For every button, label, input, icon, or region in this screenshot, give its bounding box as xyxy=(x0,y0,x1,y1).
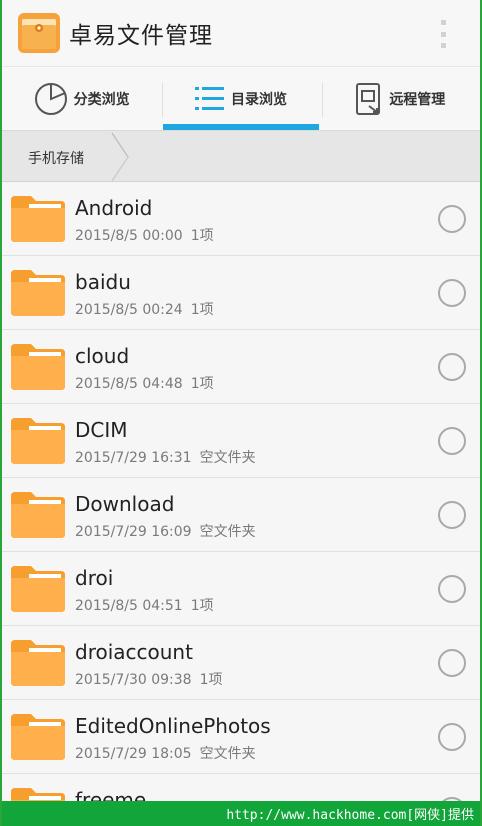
file-list: Android 2015/8/5 00:00 1项 baidu 2015/8/5 00:… xyxy=(2,182,480,826)
file-meta: 2015/8/5 00:24 1项 xyxy=(75,299,214,319)
file-meta: 2015/7/29 16:09 空文件夹 xyxy=(75,521,256,541)
file-item-count: 1项 xyxy=(190,302,214,318)
breadcrumb-separator-icon xyxy=(111,132,129,182)
file-name: baidu xyxy=(75,270,131,294)
select-checkbox[interactable] xyxy=(438,205,466,233)
breadcrumb: 手机存储 xyxy=(2,130,480,182)
file-date: 2015/8/5 00:00 xyxy=(75,228,183,244)
file-row[interactable]: Download 2015/7/29 16:09 空文件夹 xyxy=(2,478,480,552)
file-meta: 2015/8/5 04:51 1项 xyxy=(75,595,214,615)
file-item-count: 1项 xyxy=(190,376,214,392)
folder-icon xyxy=(11,714,65,764)
select-checkbox[interactable] xyxy=(438,575,466,603)
folder-icon xyxy=(11,270,65,320)
tab-label: 目录浏览 xyxy=(230,91,287,108)
file-date: 2015/7/29 16:31 xyxy=(75,450,192,466)
tab-remote-manage[interactable]: 远程管理 xyxy=(321,67,480,130)
select-checkbox[interactable] xyxy=(438,723,466,751)
file-date: 2015/7/29 18:05 xyxy=(75,746,192,762)
folder-icon xyxy=(11,196,65,246)
list-icon xyxy=(194,85,225,113)
folder-logo-icon xyxy=(17,12,61,54)
tab-label: 远程管理 xyxy=(389,91,446,108)
tab-bar: 分类浏览 目录浏览 远程管理 xyxy=(2,66,480,130)
file-item-count: 空文件夹 xyxy=(199,746,256,762)
file-item-count: 1项 xyxy=(190,598,214,614)
select-checkbox[interactable] xyxy=(438,279,466,307)
folder-icon xyxy=(11,492,65,542)
overflow-menu-icon[interactable] xyxy=(439,20,447,48)
file-date: 2015/7/29 16:09 xyxy=(75,524,192,540)
watermark-text: http://www.hackhome.com[网侠]提供 xyxy=(226,808,474,823)
file-meta: 2015/8/5 00:00 1项 xyxy=(75,225,214,245)
file-row[interactable]: Android 2015/8/5 00:00 1项 xyxy=(2,182,480,256)
select-checkbox[interactable] xyxy=(438,649,466,677)
file-item-count: 空文件夹 xyxy=(199,524,256,540)
file-meta: 2015/7/30 09:38 1项 xyxy=(75,669,223,689)
file-date: 2015/8/5 00:24 xyxy=(75,302,183,318)
file-meta: 2015/7/29 18:05 空文件夹 xyxy=(75,743,256,763)
file-meta: 2015/7/29 16:31 空文件夹 xyxy=(75,447,256,467)
tab-category-browse[interactable]: 分类浏览 xyxy=(2,67,161,130)
folder-icon xyxy=(11,344,65,394)
file-row[interactable]: droiaccount 2015/7/30 09:38 1项 xyxy=(2,626,480,700)
file-item-count: 空文件夹 xyxy=(199,450,256,466)
watermark-banner: http://www.hackhome.com[网侠]提供 xyxy=(2,801,480,826)
file-date: 2015/8/5 04:51 xyxy=(75,598,183,614)
breadcrumb-item-phone-storage[interactable]: 手机存储 xyxy=(28,148,84,168)
remote-device-icon xyxy=(355,82,383,116)
pie-chart-icon xyxy=(34,82,68,116)
folder-icon xyxy=(11,566,65,616)
folder-icon xyxy=(11,640,65,690)
file-name: EditedOnlinePhotos xyxy=(75,714,271,738)
file-row[interactable]: DCIM 2015/7/29 16:31 空文件夹 xyxy=(2,404,480,478)
file-name: droi xyxy=(75,566,114,590)
file-row[interactable]: baidu 2015/8/5 00:24 1项 xyxy=(2,256,480,330)
select-checkbox[interactable] xyxy=(438,427,466,455)
tab-directory-browse[interactable]: 目录浏览 xyxy=(161,67,320,130)
file-row[interactable]: cloud 2015/8/5 04:48 1项 xyxy=(2,330,480,404)
file-date: 2015/8/5 04:48 xyxy=(75,376,183,392)
file-name: Download xyxy=(75,492,175,516)
file-date: 2015/7/30 09:38 xyxy=(75,672,192,688)
select-checkbox[interactable] xyxy=(438,353,466,381)
app-title: 卓易文件管理 xyxy=(69,23,213,49)
file-name: droiaccount xyxy=(75,640,193,664)
app-bar: 卓易文件管理 xyxy=(2,0,480,66)
file-row[interactable]: droi 2015/8/5 04:51 1项 xyxy=(2,552,480,626)
file-item-count: 1项 xyxy=(190,228,214,244)
app-window: 卓易文件管理 分类浏览 目录浏览 远程管理 手机存储 Android 2015/… xyxy=(0,0,482,826)
tab-label: 分类浏览 xyxy=(73,91,130,108)
file-name: cloud xyxy=(75,344,130,368)
folder-icon xyxy=(11,418,65,468)
select-checkbox[interactable] xyxy=(438,501,466,529)
file-row[interactable]: EditedOnlinePhotos 2015/7/29 18:05 空文件夹 xyxy=(2,700,480,774)
file-name: DCIM xyxy=(75,418,128,442)
file-item-count: 1项 xyxy=(199,672,223,688)
file-meta: 2015/8/5 04:48 1项 xyxy=(75,373,214,393)
file-name: Android xyxy=(75,196,153,220)
